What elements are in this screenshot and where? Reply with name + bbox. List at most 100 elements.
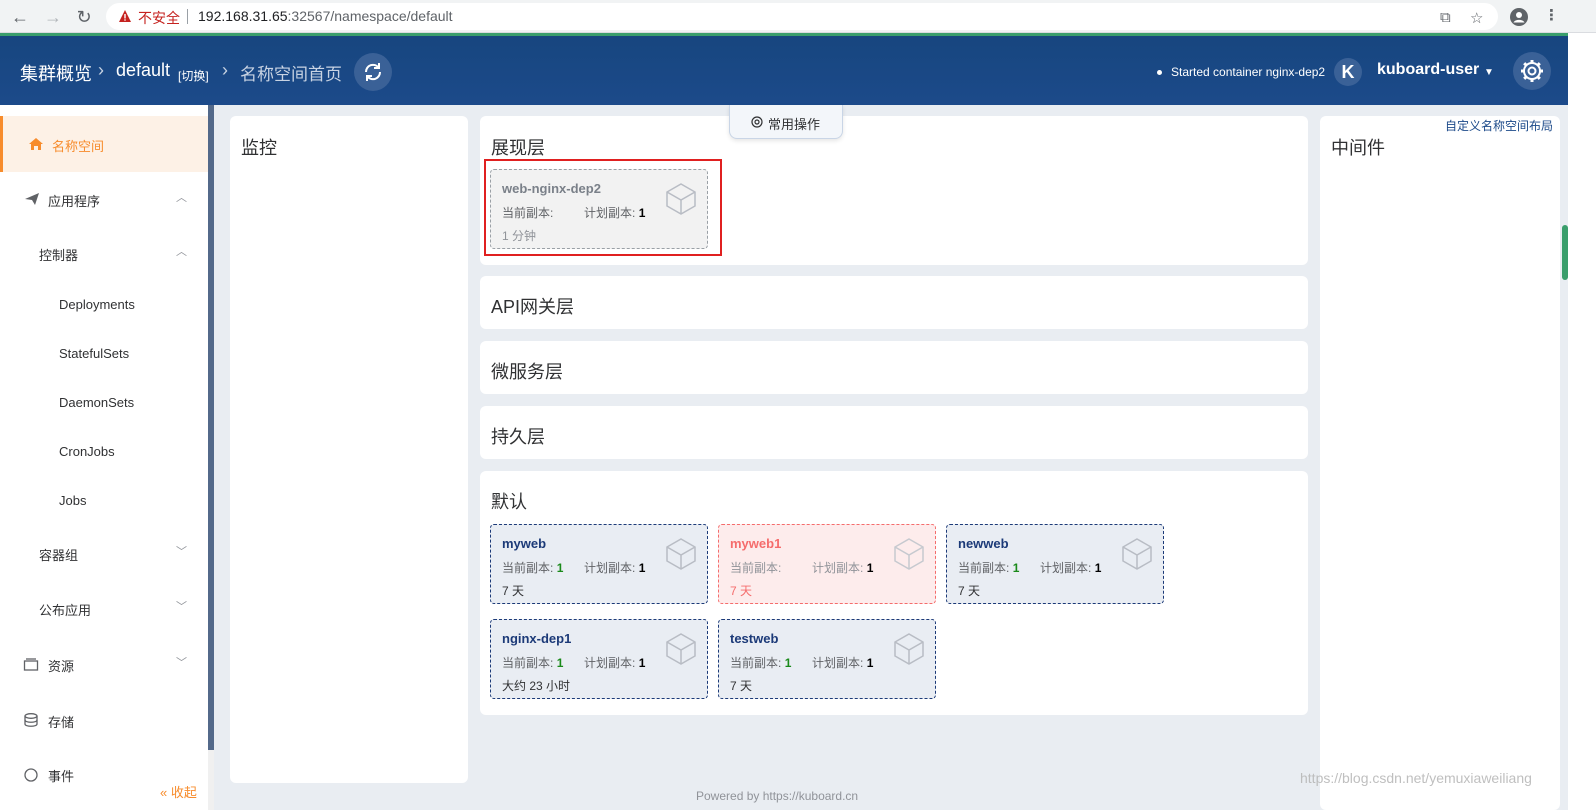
- breadcrumb-namespace[interactable]: default: [116, 60, 170, 81]
- switch-namespace-link[interactable]: [切换]: [178, 67, 209, 84]
- insecure-label: 不安全: [138, 10, 180, 26]
- common-operations-label: 常用操作: [768, 117, 821, 132]
- cube-icon: [666, 633, 696, 665]
- current-replicas-value: 1: [556, 561, 564, 575]
- sidebar-item-statefulsets[interactable]: StatefulSets: [0, 326, 208, 382]
- status-message: Started container nginx-dep2: [1171, 65, 1326, 79]
- forward-icon[interactable]: →: [41, 5, 65, 29]
- browser-toolbar: ← → ↻ 不安全 192.168.31.65:32567/namespace/…: [0, 0, 1596, 33]
- current-replicas: 当前副本: 1: [502, 654, 563, 671]
- sidebar-scrollbar-thumb[interactable]: [208, 105, 214, 750]
- sidebar-item-label: Jobs: [59, 493, 87, 508]
- sidebar-item-label: DaemonSets: [59, 395, 135, 410]
- settings-button[interactable]: [1513, 52, 1551, 90]
- database-icon: [24, 713, 38, 727]
- profile-icon[interactable]: [1509, 7, 1529, 27]
- status-dot: [1157, 70, 1162, 75]
- user-avatar[interactable]: K: [1334, 58, 1362, 86]
- workload-age: 7 天: [730, 679, 753, 693]
- powered-by-footer: Powered by https://kuboard.cn: [696, 789, 859, 803]
- sidebar-item-daemonsets[interactable]: DaemonSets: [0, 375, 208, 431]
- sidebar-item-label: 资源: [48, 659, 75, 674]
- paper-plane-icon: [25, 193, 39, 205]
- common-operations-button[interactable]: 常用操作: [729, 105, 843, 139]
- workload-card[interactable]: myweb 当前副本: 1 计划副本: 1 7 天: [490, 524, 708, 604]
- sidebar-item-publish[interactable]: 公布应用 ﹀: [0, 580, 208, 636]
- persistence-layer-title: 持久层: [491, 427, 545, 447]
- caret-down-icon[interactable]: ▼: [1484, 67, 1494, 78]
- current-replicas-value: 1: [784, 656, 792, 670]
- workload-name: testweb: [730, 631, 779, 646]
- planned-replicas-value: 1: [638, 561, 646, 575]
- workload-card[interactable]: nginx-dep1 当前副本: 1 计划副本: 1 大约 23 小时: [490, 619, 708, 699]
- gear-icon: [1521, 60, 1543, 82]
- workload-name: nginx-dep1: [502, 631, 572, 646]
- planned-replicas: 计划副本: 1: [584, 559, 645, 576]
- api-gateway-layer-panel: API网关层: [480, 276, 1308, 329]
- middleware-panel: 中间件: [1320, 116, 1560, 810]
- sidebar: 名称空间 应用程序 ︿ 控制器 ︿ Deployments StatefulSe…: [0, 105, 208, 810]
- sidebar-item-label: 容器组: [39, 548, 79, 563]
- sidebar-item-pods[interactable]: 容器组 ﹀: [0, 525, 208, 581]
- url-path: :32567/namespace/default: [287, 8, 453, 24]
- sidebar-item-applications[interactable]: 应用程序 ︿: [0, 171, 208, 227]
- page-scrollbar-track: [1568, 33, 1596, 810]
- microservice-layer-title: 微服务层: [491, 362, 563, 382]
- reload-icon[interactable]: ↻: [72, 5, 96, 29]
- workload-card[interactable]: testweb 当前副本: 1 计划副本: 1 7 天: [718, 619, 936, 699]
- workload-name: myweb: [502, 536, 547, 551]
- sidebar-item-namespace[interactable]: 名称空间: [0, 116, 208, 172]
- user-menu[interactable]: kuboard-user: [1377, 61, 1479, 79]
- sidebar-item-jobs[interactable]: Jobs: [0, 473, 208, 529]
- app-header: 集群概览 › default [切换] › 名称空间首页 Started con…: [0, 33, 1568, 105]
- workload-age: 大约 23 小时: [502, 679, 571, 693]
- chevron-down-icon: ﹀: [176, 601, 187, 613]
- breadcrumb-page-title: 名称空间首页: [240, 65, 342, 84]
- workload-age: 7 天: [958, 584, 981, 598]
- planned-replicas-label: 计划副本:: [812, 656, 864, 670]
- planned-replicas: 计划副本: 1: [812, 654, 873, 671]
- presentation-layer-title: 展现层: [491, 138, 545, 158]
- sidebar-item-resources[interactable]: 资源 ﹀: [0, 636, 208, 692]
- address-bar[interactable]: 不安全 192.168.31.65:32567/namespace/defaul…: [106, 3, 1498, 30]
- back-icon[interactable]: ←: [8, 5, 32, 29]
- highlight-box: [484, 159, 722, 256]
- workload-age: 7 天: [730, 584, 753, 598]
- translate-icon[interactable]: ⧉: [1440, 9, 1451, 26]
- sidebar-item-storage[interactable]: 存储: [0, 692, 208, 748]
- chevron-up-icon: ︿: [176, 246, 187, 258]
- sidebar-item-label: 应用程序: [48, 194, 101, 209]
- sidebar-item-label: 公布应用: [39, 603, 92, 618]
- default-layer-title: 默认: [491, 492, 527, 512]
- cube-icon: [894, 633, 924, 665]
- resources-icon: [23, 658, 39, 671]
- bookmark-star-icon[interactable]: ☆: [1470, 9, 1483, 27]
- workload-name: newweb: [958, 536, 1009, 551]
- current-replicas-label: 当前副本:: [502, 656, 554, 670]
- collapse-sidebar-button[interactable]: « 收起: [160, 782, 197, 801]
- browser-menu-icon[interactable]: ⋮: [1544, 6, 1559, 24]
- sidebar-item-cronjobs[interactable]: CronJobs: [0, 424, 208, 480]
- workload-card[interactable]: myweb1 当前副本: 计划副本: 1 7 天: [718, 524, 936, 604]
- current-replicas-label: 当前副本:: [730, 561, 782, 575]
- sidebar-item-label: 名称空间: [52, 139, 105, 154]
- url-separator: [187, 9, 188, 24]
- workload-name: myweb1: [730, 536, 782, 551]
- workload-card[interactable]: newweb 当前副本: 1 计划副本: 1 7 天: [946, 524, 1164, 604]
- current-replicas: 当前副本:: [730, 559, 781, 576]
- url-text: 192.168.31.65:32567/namespace/default: [198, 8, 453, 24]
- breadcrumb-cluster-overview[interactable]: 集群概览: [20, 60, 92, 86]
- refresh-button[interactable]: [354, 53, 392, 91]
- sidebar-item-controllers[interactable]: 控制器 ︿: [0, 225, 208, 281]
- monitor-title: 监控: [241, 138, 277, 158]
- sidebar-item-deployments[interactable]: Deployments: [0, 277, 208, 333]
- custom-layout-link[interactable]: 自定义名称空间布局: [1445, 117, 1553, 134]
- api-gateway-layer-title: API网关层: [491, 297, 575, 317]
- warning-icon: [119, 10, 131, 22]
- planned-replicas: 计划副本: 1: [584, 654, 645, 671]
- sidebar-item-label: 事件: [48, 769, 75, 784]
- page-scrollbar-thumb[interactable]: [1562, 225, 1568, 280]
- planned-replicas-value: 1: [1094, 561, 1102, 575]
- sidebar-item-label: 存储: [48, 715, 75, 730]
- microservice-layer-panel: 微服务层: [480, 341, 1308, 394]
